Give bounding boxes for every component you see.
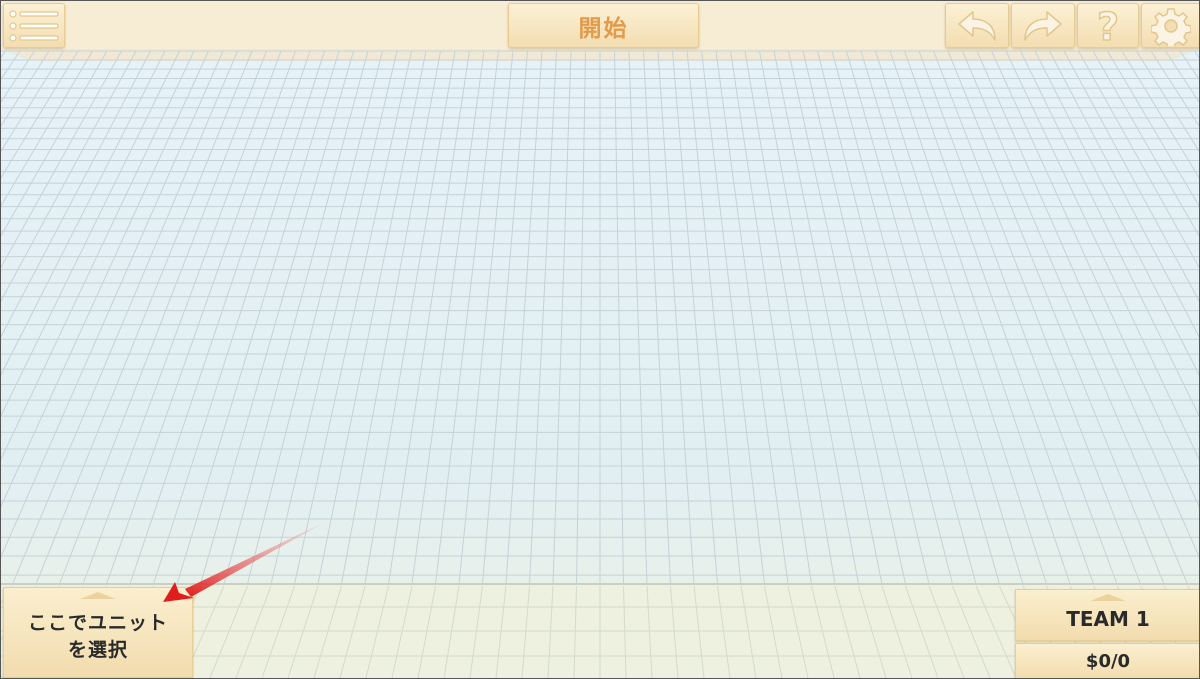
start-button-label: 開始 [578, 15, 629, 42]
team-expand-caret-icon[interactable] [1090, 594, 1126, 601]
unit-select-panel[interactable]: ここでユニット を選択 [3, 587, 193, 678]
team-panel[interactable]: TEAM 1 [1015, 589, 1199, 641]
team-money: $0/0 [1085, 651, 1131, 672]
start-button[interactable]: 開始 [508, 3, 699, 48]
team-money-panel: $0/0 [1015, 643, 1199, 678]
battle-field-grid[interactable] [1, 1, 1199, 678]
undo-arrow-icon [958, 10, 996, 41]
undo-button[interactable] [945, 3, 1009, 48]
question-mark-icon: ? [1096, 6, 1120, 46]
redo-button[interactable] [1011, 3, 1075, 48]
svg-text:?: ? [1097, 6, 1119, 46]
game-viewport[interactable]: 開始 ? ここでユニット を選択 TEAM 1 $0/0 [0, 0, 1200, 679]
expand-caret-icon[interactable] [80, 592, 116, 599]
redo-arrow-icon [1024, 10, 1062, 41]
help-button[interactable]: ? [1077, 3, 1139, 48]
settings-button[interactable] [1141, 3, 1199, 48]
list-menu-icon [9, 9, 59, 42]
team-name: TEAM 1 [1066, 607, 1150, 631]
unit-select-line-2: を選択 [67, 638, 128, 661]
menu-button[interactable] [3, 3, 65, 48]
unit-select-line-1: ここでユニット [27, 611, 168, 634]
gear-icon [1151, 7, 1191, 46]
